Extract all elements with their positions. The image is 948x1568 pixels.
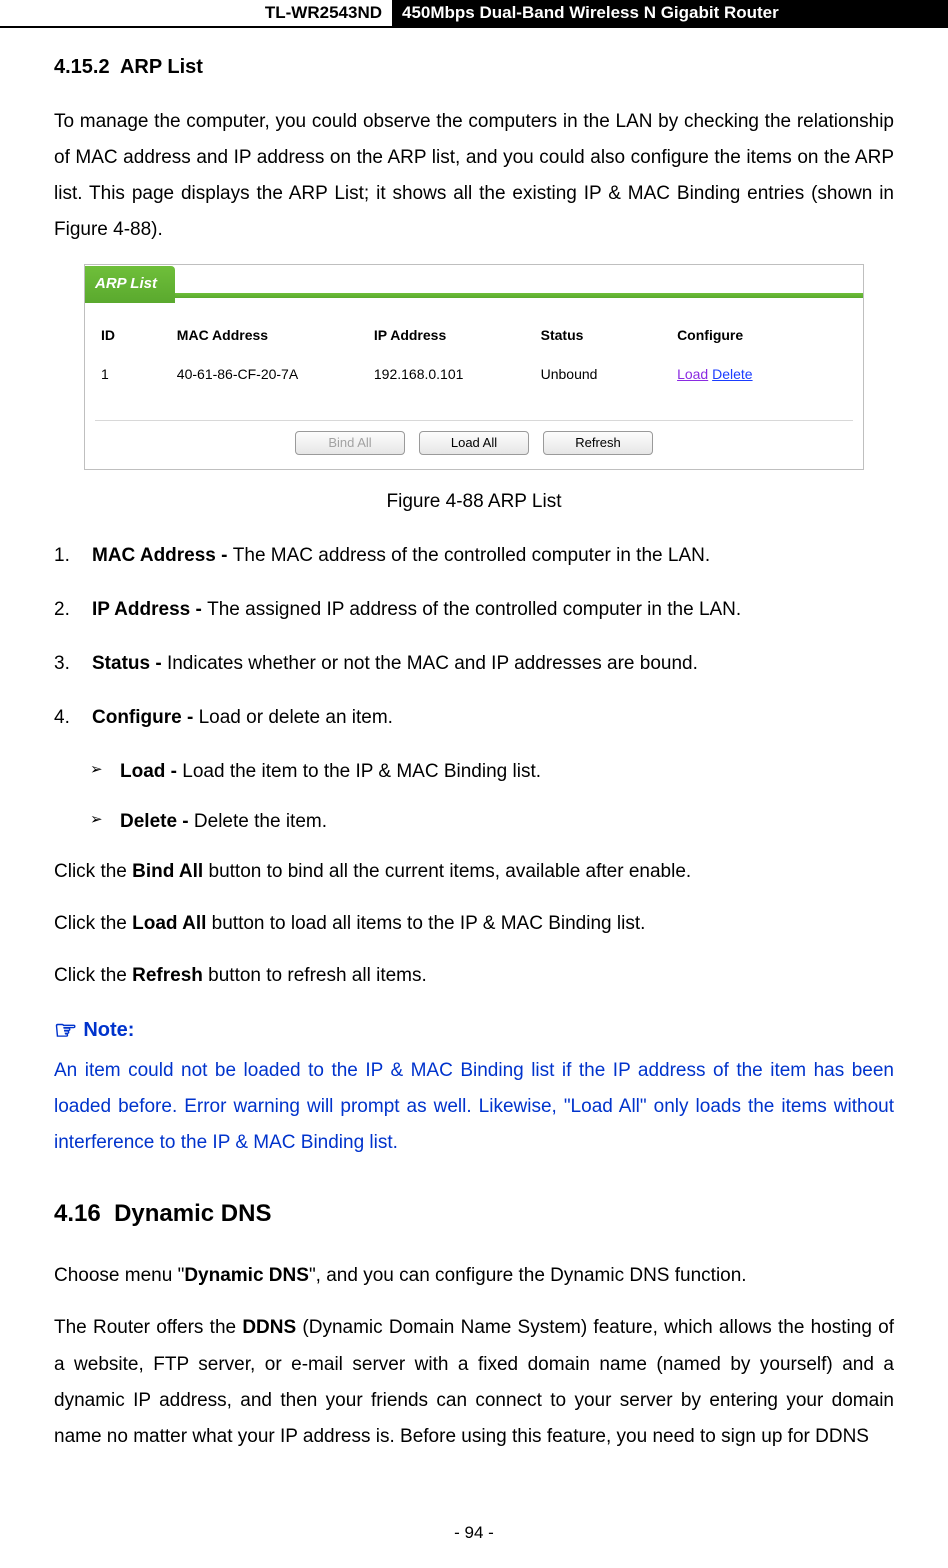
sub-definition-list: ➢ Load - Load the item to the IP & MAC B…: [54, 754, 894, 840]
col-configure: Configure: [671, 318, 853, 357]
text: Click the: [54, 913, 132, 934]
ddns-description-paragraph: The Router offers the DDNS (Dynamic Doma…: [54, 1310, 894, 1454]
button-name: Load All: [132, 913, 206, 934]
text: Choose menu ": [54, 1265, 184, 1286]
arp-table-header-row: ID MAC Address IP Address Status Configu…: [95, 318, 853, 357]
list-item: 2. IP Address - The assigned IP address …: [54, 592, 894, 628]
click-line-bind-all: Click the Bind All button to bind all th…: [54, 854, 894, 890]
section-number: 4.15.2: [54, 56, 110, 78]
note-heading: ☞ Note:: [54, 1011, 894, 1049]
term-text: Load the item to the IP & MAC Binding li…: [182, 761, 541, 782]
list-item: ➢ Delete - Delete the item.: [54, 804, 894, 840]
page-content: 4.15.2 ARP List To manage the computer, …: [0, 48, 948, 1501]
note-paragraph: An item could not be loaded to the IP & …: [54, 1053, 894, 1161]
text: Click the: [54, 861, 132, 882]
feature-name: DDNS: [242, 1317, 296, 1338]
list-number: 1.: [54, 538, 70, 574]
cell-id: 1: [95, 357, 171, 392]
page-number: - 94 -: [0, 1501, 948, 1559]
list-item: ➢ Load - Load the item to the IP & MAC B…: [54, 754, 894, 790]
section-title: ARP List: [120, 56, 203, 78]
arrow-icon: ➢: [90, 756, 103, 785]
cell-configure: Load Delete: [671, 357, 853, 392]
list-number: 3.: [54, 646, 70, 682]
table-row: 1 40-61-86-CF-20-7A 192.168.0.101 Unboun…: [95, 357, 853, 392]
term-text: Indicates whether or not the MAC and IP …: [167, 653, 698, 674]
note-label: Note:: [83, 1011, 134, 1049]
term: Status -: [92, 653, 167, 674]
cell-mac: 40-61-86-CF-20-7A: [171, 357, 368, 392]
header-model: TL-WR2543ND: [0, 0, 392, 26]
term: Delete -: [120, 811, 194, 832]
page-header: TL-WR2543ND 450Mbps Dual-Band Wireless N…: [0, 0, 948, 28]
bind-all-button[interactable]: Bind All: [295, 431, 405, 455]
text: The Router offers the: [54, 1317, 242, 1338]
button-name: Bind All: [132, 861, 203, 882]
arp-table: ID MAC Address IP Address Status Configu…: [95, 318, 853, 391]
intro-paragraph: To manage the computer, you could observ…: [54, 104, 894, 248]
definition-list: 1. MAC Address - The MAC address of the …: [54, 538, 894, 736]
ddns-choose-menu-line: Choose menu "Dynamic DNS", and you can c…: [54, 1258, 894, 1294]
col-status: Status: [535, 318, 671, 357]
text: Click the: [54, 965, 132, 986]
text: button to load all items to the IP & MAC…: [206, 913, 645, 934]
term-text: Delete the item.: [194, 811, 327, 832]
button-name: Refresh: [132, 965, 203, 986]
list-item: 1. MAC Address - The MAC address of the …: [54, 538, 894, 574]
col-id: ID: [95, 318, 171, 357]
text: button to bind all the current items, av…: [203, 861, 691, 882]
col-ip: IP Address: [368, 318, 535, 357]
term-text: The MAC address of the controlled comput…: [233, 545, 710, 566]
arp-list-figure: ARP List ID MAC Address IP Address Statu…: [84, 264, 864, 469]
cell-ip: 192.168.0.101: [368, 357, 535, 392]
text: button to refresh all items.: [203, 965, 427, 986]
term: IP Address -: [92, 599, 207, 620]
list-item: 4. Configure - Load or delete an item.: [54, 700, 894, 736]
term: Configure -: [92, 707, 199, 728]
pointing-hand-icon: ☞: [54, 1017, 77, 1043]
click-line-load-all: Click the Load All button to load all it…: [54, 906, 894, 942]
menu-name: Dynamic DNS: [184, 1265, 309, 1286]
figure-caption: Figure 4-88 ARP List: [54, 484, 894, 520]
arp-button-row: Bind All Load All Refresh: [85, 421, 863, 469]
header-product: 450Mbps Dual-Band Wireless N Gigabit Rou…: [392, 0, 948, 26]
list-item: 3. Status - Indicates whether or not the…: [54, 646, 894, 682]
arp-tab-row: ARP List: [85, 265, 863, 293]
term: MAC Address -: [92, 545, 233, 566]
cell-status: Unbound: [535, 357, 671, 392]
load-link[interactable]: Load: [677, 366, 708, 382]
term-text: Load or delete an item.: [199, 707, 393, 728]
list-number: 4.: [54, 700, 70, 736]
text: ", and you can configure the Dynamic DNS…: [309, 1265, 747, 1286]
col-mac: MAC Address: [171, 318, 368, 357]
section-title: Dynamic DNS: [114, 1200, 271, 1227]
load-all-button[interactable]: Load All: [419, 431, 529, 455]
click-line-refresh: Click the Refresh button to refresh all …: [54, 958, 894, 994]
section-number: 4.16: [54, 1200, 101, 1227]
term: Load -: [120, 761, 182, 782]
arp-tab: ARP List: [85, 266, 175, 303]
refresh-button[interactable]: Refresh: [543, 431, 653, 455]
delete-link[interactable]: Delete: [712, 366, 752, 382]
list-number: 2.: [54, 592, 70, 628]
section-4-16-heading: 4.16 Dynamic DNS: [54, 1191, 894, 1237]
section-4-15-2-heading: 4.15.2 ARP List: [54, 48, 894, 86]
term-text: The assigned IP address of the controlle…: [207, 599, 741, 620]
arrow-icon: ➢: [90, 806, 103, 835]
